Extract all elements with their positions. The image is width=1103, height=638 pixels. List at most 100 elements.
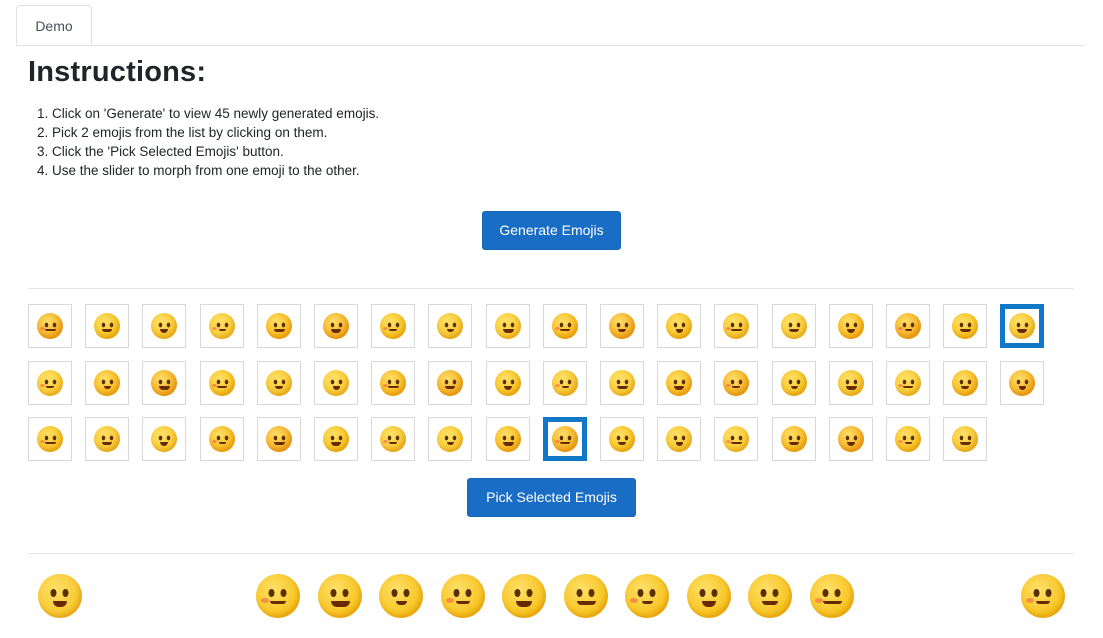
emoji-option[interactable]	[85, 417, 130, 461]
screaming-face-icon	[551, 313, 578, 339]
emoji-option[interactable]	[714, 417, 759, 461]
emoji-option[interactable]	[657, 417, 702, 461]
instruction-item: Click on 'Generate' to view 45 newly gen…	[52, 104, 379, 123]
emoji-option[interactable]	[256, 360, 301, 405]
tab-demo[interactable]: Demo	[16, 5, 92, 45]
emoji-option[interactable]	[886, 304, 930, 348]
emoji-option[interactable]	[657, 304, 702, 348]
instruction-item: Pick 2 emojis from the list by clicking …	[52, 123, 379, 142]
party-face-icon	[780, 313, 807, 339]
smiling-face-icon	[323, 313, 349, 339]
emoji-option[interactable]	[256, 304, 301, 348]
emoji-option[interactable]	[657, 360, 702, 405]
emoji-option[interactable]	[142, 304, 187, 348]
emoji-option[interactable]	[28, 360, 72, 405]
unamused-face-icon	[952, 369, 979, 396]
emoji-option[interactable]	[1000, 360, 1045, 405]
instruction-item: Click the 'Pick Selected Emojis' button.	[52, 142, 379, 161]
confused-face-icon	[780, 426, 807, 452]
sad-face-icon	[380, 313, 407, 339]
emoji-option[interactable]	[314, 417, 358, 461]
cowboy-face-icon	[666, 426, 693, 452]
emoji-option[interactable]	[199, 360, 244, 405]
angry-face-icon	[609, 369, 635, 396]
sick-face-icon	[666, 313, 693, 339]
emoji-option[interactable]	[314, 304, 358, 348]
hushed-face-icon	[494, 369, 521, 396]
morph-step-8-icon	[686, 574, 731, 618]
exploding-head-icon	[151, 313, 178, 339]
emoji-option[interactable]	[542, 304, 587, 348]
emoji-option[interactable]	[28, 417, 72, 461]
emoji-option[interactable]	[1000, 304, 1045, 348]
emoji-option[interactable]	[771, 360, 816, 405]
emoji-option[interactable]	[371, 417, 416, 461]
emoji-option[interactable]	[600, 417, 644, 461]
disguised-face-icon	[494, 426, 521, 452]
emoji-option[interactable]	[771, 304, 816, 348]
morph-step-1-icon	[256, 574, 300, 618]
emoji-option[interactable]	[828, 417, 873, 461]
emoji-option[interactable]	[371, 304, 416, 348]
emoji-option[interactable]	[943, 304, 988, 348]
emoji-option[interactable]	[428, 417, 473, 461]
pouting-face-icon	[609, 426, 635, 452]
emoji-option[interactable]	[943, 360, 988, 405]
emoji-option[interactable]	[600, 304, 644, 348]
emoji-option[interactable]	[485, 360, 530, 405]
instructions-list: Click on 'Generate' to view 45 newly gen…	[28, 104, 379, 180]
starstruck-face-icon	[437, 369, 464, 396]
emoji-option[interactable]	[85, 360, 130, 405]
bandaged-face-icon	[437, 313, 464, 339]
emoji-option[interactable]	[314, 360, 358, 405]
morph-step-7-icon	[625, 574, 669, 618]
tab-bar: Demo	[16, 0, 1084, 46]
neutral-face-icon	[37, 313, 63, 339]
morph-step-3-icon	[379, 574, 423, 618]
morph-step-4-icon	[440, 574, 485, 618]
morph-step-9-icon	[748, 574, 792, 618]
emoji-option[interactable]	[256, 417, 301, 461]
emoji-option[interactable]	[886, 417, 930, 461]
emoji-option[interactable]	[542, 417, 587, 461]
emoji-option[interactable]	[828, 304, 873, 348]
sleepy-face-icon	[723, 426, 750, 452]
divider	[28, 288, 1074, 289]
spiral-eyes-face-icon	[151, 426, 178, 452]
emoji-option[interactable]	[886, 360, 930, 405]
kissing-closed-eyes-face-icon	[666, 369, 693, 396]
emoji-option[interactable]	[600, 360, 644, 405]
emoji-option[interactable]	[485, 417, 530, 461]
surprised-face-icon	[37, 369, 63, 396]
emoji-option[interactable]	[199, 304, 244, 348]
emoji-option[interactable]	[828, 360, 873, 405]
emoji-option[interactable]	[199, 417, 244, 461]
generate-emojis-button[interactable]: Generate Emojis	[482, 211, 621, 250]
yum-face-icon	[437, 426, 464, 452]
emoji-option[interactable]	[714, 360, 759, 405]
morph-step-2-icon	[317, 574, 362, 618]
rolling-laugh-face-icon	[38, 574, 82, 618]
grinning-face-icon	[323, 369, 349, 396]
cloud-face-icon	[609, 313, 635, 339]
emoji-option[interactable]	[371, 360, 416, 405]
emoji-option[interactable]	[943, 417, 988, 461]
dizzy-face-icon	[723, 369, 750, 396]
emoji-option[interactable]	[771, 417, 816, 461]
relieved-face-icon	[780, 369, 807, 396]
upside-down-face-icon	[837, 369, 864, 396]
emoji-option[interactable]	[428, 360, 473, 405]
emoji-option[interactable]	[142, 417, 187, 461]
worried-face-icon	[1021, 574, 1065, 618]
emoji-option[interactable]	[28, 304, 72, 348]
emoji-option[interactable]	[542, 360, 587, 405]
pick-selected-emojis-button[interactable]: Pick Selected Emojis	[467, 478, 636, 517]
emoji-option[interactable]	[428, 304, 473, 348]
emoji-option[interactable]	[85, 304, 130, 348]
woozy-face-icon	[494, 313, 521, 339]
crying-face-icon	[837, 313, 864, 339]
emoji-option[interactable]	[142, 360, 187, 405]
emoji-option[interactable]	[714, 304, 759, 348]
yawning-face-icon	[551, 369, 578, 396]
emoji-option[interactable]	[485, 304, 530, 348]
